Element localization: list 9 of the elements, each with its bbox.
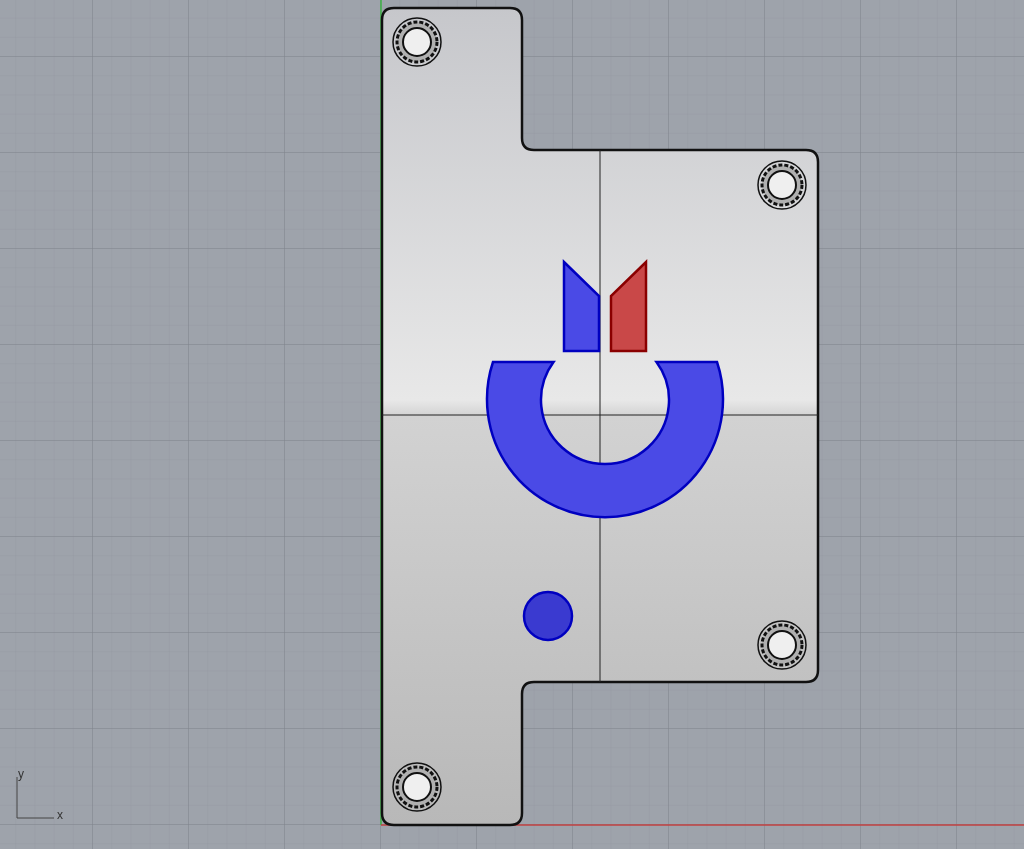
cad-viewport[interactable]	[0, 0, 1024, 849]
y-axis-label: y	[18, 768, 24, 780]
hole-drawing	[757, 620, 807, 670]
c-shaped-cut[interactable]	[485, 360, 725, 519]
circular-cut[interactable]	[522, 590, 574, 642]
hole-drawing	[392, 17, 442, 67]
hole-drawing	[392, 762, 442, 812]
hole-drawing	[757, 160, 807, 210]
x-axis-label: x	[57, 809, 63, 821]
